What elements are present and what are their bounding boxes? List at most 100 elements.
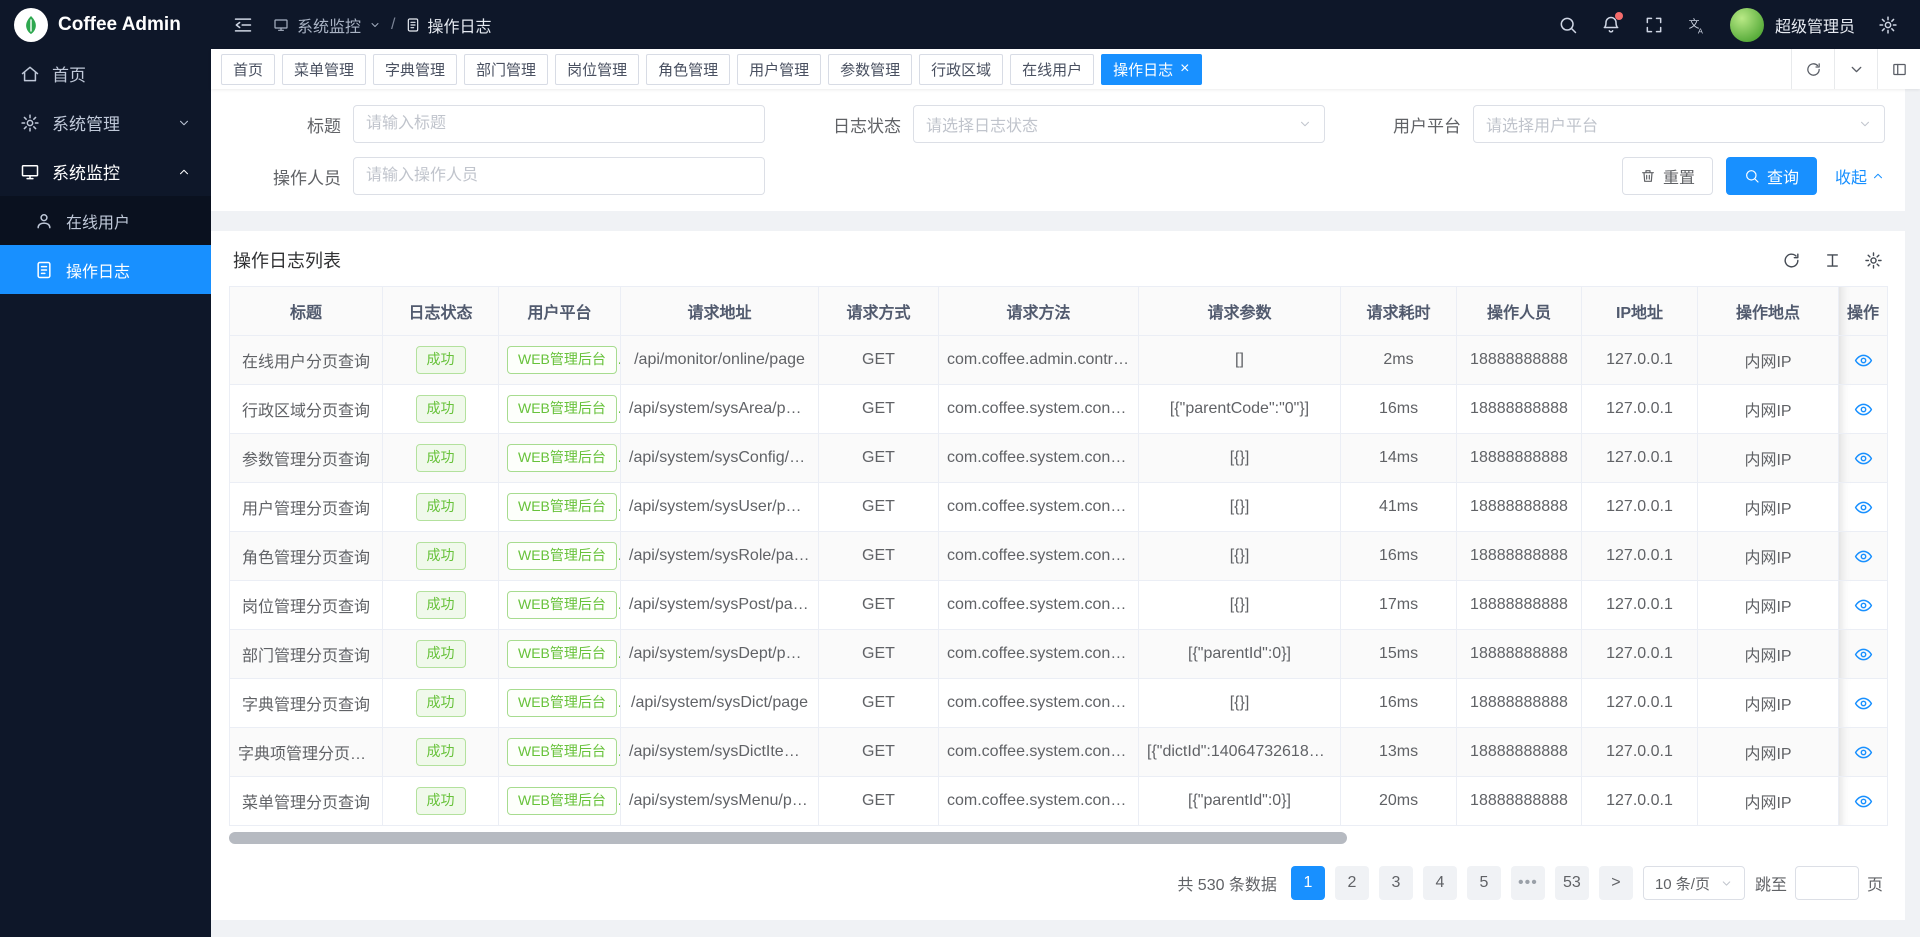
- row-height-icon[interactable]: [1823, 251, 1842, 270]
- table-row[interactable]: 用户管理分页查询 成功 WEB管理后台 /api/system/sysUser/…: [230, 483, 1888, 532]
- title-input[interactable]: [353, 105, 765, 143]
- sidebar-item-operation-log[interactable]: 操作日志: [0, 245, 211, 294]
- page-size-select[interactable]: 10 条/页: [1643, 866, 1745, 900]
- cell-operator: 18888888888: [1457, 581, 1582, 630]
- view-detail-icon[interactable]: [1854, 743, 1873, 762]
- table-row[interactable]: 参数管理分页查询 成功 WEB管理后台 /api/system/sysConfi…: [230, 434, 1888, 483]
- column-settings-icon[interactable]: [1864, 251, 1883, 270]
- view-detail-icon[interactable]: [1854, 792, 1873, 811]
- tabs-actions-dropdown[interactable]: [1834, 49, 1877, 89]
- table-header-cell[interactable]: 操作: [1839, 287, 1888, 336]
- view-detail-icon[interactable]: [1854, 498, 1873, 517]
- view-tab[interactable]: 用户管理: [737, 54, 821, 85]
- table-row[interactable]: 在线用户分页查询 成功 WEB管理后台 /api/monitor/online/…: [230, 336, 1888, 385]
- view-tab[interactable]: 行政区域: [919, 54, 1003, 85]
- page-button[interactable]: 1: [1291, 866, 1325, 900]
- table-row[interactable]: 字典项管理分页查询 成功 WEB管理后台 /api/system/sysDict…: [230, 728, 1888, 777]
- operator-input[interactable]: [353, 157, 765, 195]
- table-header-cell[interactable]: IP地址: [1582, 287, 1698, 336]
- tab-close-icon[interactable]: ×: [1180, 61, 1189, 77]
- table-row[interactable]: 字典管理分页查询 成功 WEB管理后台 /api/system/sysDict/…: [230, 679, 1888, 728]
- view-tab[interactable]: 菜单管理: [282, 54, 366, 85]
- view-tab[interactable]: 字典管理: [373, 54, 457, 85]
- cell-method: GET: [819, 630, 939, 679]
- view-detail-icon[interactable]: [1854, 596, 1873, 615]
- platform-badge: WEB管理后台: [507, 542, 617, 570]
- page-button[interactable]: 53: [1555, 866, 1589, 900]
- search-icon[interactable]: [1558, 15, 1578, 35]
- table-header-cell[interactable]: 用户平台: [499, 287, 621, 336]
- view-detail-icon[interactable]: [1854, 400, 1873, 419]
- table-header-cell[interactable]: 请求方法: [939, 287, 1139, 336]
- page-jump-input[interactable]: [1795, 866, 1859, 900]
- status-select-placeholder: 请选择日志状态: [926, 112, 1038, 136]
- sidebar-item-system-mgmt[interactable]: 系统管理: [0, 98, 211, 147]
- table-row[interactable]: 部门管理分页查询 成功 WEB管理后台 /api/system/sysDept/…: [230, 630, 1888, 679]
- refresh-icon[interactable]: [1782, 251, 1801, 270]
- cell-url: /api/monitor/online/page: [621, 336, 819, 385]
- view-detail-icon[interactable]: [1854, 449, 1873, 468]
- horizontal-scrollbar[interactable]: [229, 832, 1347, 844]
- status-badge: 成功: [416, 640, 466, 668]
- view-tab[interactable]: 岗位管理: [555, 54, 639, 85]
- table-header-cell[interactable]: 请求地址: [621, 287, 819, 336]
- view-detail-icon[interactable]: [1854, 694, 1873, 713]
- notifications-button[interactable]: [1601, 15, 1621, 35]
- page-button[interactable]: •••: [1511, 866, 1545, 900]
- table-header-cell[interactable]: 操作地点: [1698, 287, 1839, 336]
- view-tabs: 首页 菜单管理 字典管理 部门管理: [211, 49, 1791, 89]
- cell-duration: 17ms: [1341, 581, 1457, 630]
- search-button[interactable]: 查询: [1726, 157, 1817, 195]
- app-title: Coffee Admin: [58, 14, 181, 36]
- platform-field-label: 用户平台: [1351, 112, 1461, 137]
- page-button[interactable]: 3: [1379, 866, 1413, 900]
- table-row[interactable]: 行政区域分页查询 成功 WEB管理后台 /api/system/sysArea/…: [230, 385, 1888, 434]
- table-header-cell[interactable]: 请求耗时: [1341, 287, 1457, 336]
- breadcrumb-current: 操作日志: [405, 13, 491, 37]
- view-tab[interactable]: 操作日志 ×: [1101, 54, 1201, 85]
- username[interactable]: 超级管理员: [1775, 13, 1855, 37]
- table-row[interactable]: 菜单管理分页查询 成功 WEB管理后台 /api/system/sysMenu/…: [230, 777, 1888, 826]
- table-header-cell[interactable]: 请求参数: [1139, 287, 1341, 336]
- avatar[interactable]: [1730, 8, 1764, 42]
- view-tab[interactable]: 参数管理: [828, 54, 912, 85]
- tabs-refresh-button[interactable]: [1791, 49, 1834, 89]
- platform-select[interactable]: 请选择用户平台: [1473, 105, 1885, 143]
- collapse-filter-link[interactable]: 收起: [1835, 164, 1885, 188]
- view-tab[interactable]: 部门管理: [464, 54, 548, 85]
- cell-ip: 127.0.0.1: [1582, 532, 1698, 581]
- view-tab[interactable]: 首页: [221, 54, 275, 85]
- table-row[interactable]: 岗位管理分页查询 成功 WEB管理后台 /api/system/sysPost/…: [230, 581, 1888, 630]
- sidebar-item-system-monitor[interactable]: 系统监控: [0, 147, 211, 196]
- fullscreen-icon[interactable]: [1644, 15, 1664, 35]
- page-button[interactable]: 2: [1335, 866, 1369, 900]
- table-header-cell[interactable]: 标题: [230, 287, 383, 336]
- view-detail-icon[interactable]: [1854, 547, 1873, 566]
- page-button[interactable]: 5: [1467, 866, 1501, 900]
- translate-icon[interactable]: 文A: [1687, 15, 1707, 35]
- content-layout-button[interactable]: [1877, 49, 1920, 89]
- table-row[interactable]: 角色管理分页查询 成功 WEB管理后台 /api/system/sysRole/…: [230, 532, 1888, 581]
- table-header-cell[interactable]: 操作人员: [1457, 287, 1582, 336]
- trash-icon: [1640, 168, 1656, 184]
- breadcrumb-section[interactable]: 系统监控: [297, 13, 361, 37]
- status-badge: 成功: [416, 444, 466, 472]
- page-button[interactable]: 4: [1423, 866, 1457, 900]
- cell-operator: 18888888888: [1457, 434, 1582, 483]
- sidebar-item-online-users[interactable]: 在线用户: [0, 196, 211, 245]
- view-tab[interactable]: 在线用户: [1010, 54, 1094, 85]
- status-select[interactable]: 请选择日志状态: [913, 105, 1325, 143]
- settings-gear-icon[interactable]: [1878, 15, 1898, 35]
- next-page-button[interactable]: >: [1599, 866, 1633, 900]
- sidebar-item-home[interactable]: 首页: [0, 49, 211, 98]
- table-header-cell[interactable]: 日志状态: [383, 287, 499, 336]
- reset-button[interactable]: 重置: [1622, 157, 1713, 195]
- topbar-actions: 文A 超级管理员: [1558, 8, 1898, 42]
- cell-method: GET: [819, 777, 939, 826]
- cell-params: []: [1139, 336, 1341, 385]
- view-detail-icon[interactable]: [1854, 645, 1873, 664]
- table-header-cell[interactable]: 请求方式: [819, 287, 939, 336]
- view-tab[interactable]: 角色管理: [646, 54, 730, 85]
- view-detail-icon[interactable]: [1854, 351, 1873, 370]
- sidebar-fold-icon[interactable]: [233, 15, 253, 35]
